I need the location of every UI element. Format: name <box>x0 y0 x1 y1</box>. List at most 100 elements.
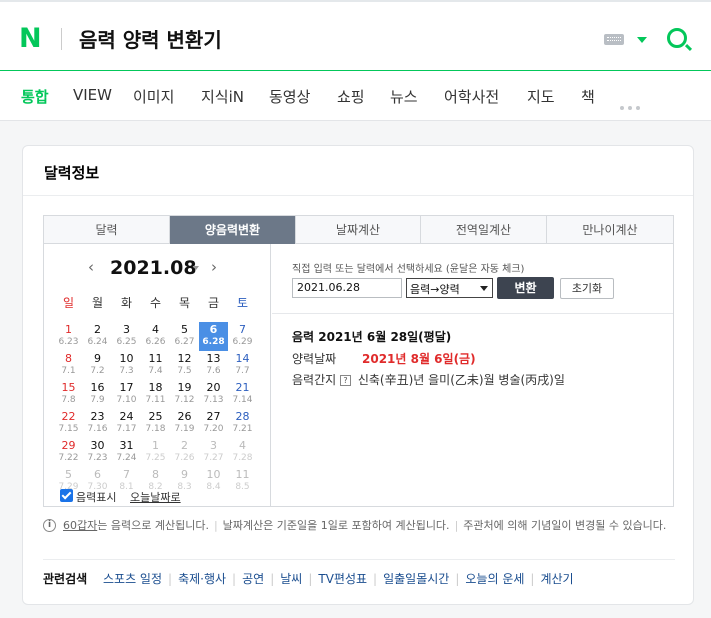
calendar-day-cell[interactable]: 19 7.12 <box>170 380 199 409</box>
calendar-day-cell[interactable]: 10 7.3 <box>112 351 141 380</box>
tab-book[interactable]: 책 <box>581 86 595 107</box>
tab-age-calc[interactable]: 만나이계산 <box>547 216 673 244</box>
calendar-day-cell[interactable]: 15 7.8 <box>54 380 83 409</box>
solar-day: 1 <box>65 323 72 336</box>
calendar-day-cell[interactable]: 7 6.29 <box>228 322 257 351</box>
month-dropdown-icon[interactable] <box>193 266 199 270</box>
solar-day: 2 <box>94 323 101 336</box>
tab-image[interactable]: 이미지 <box>133 86 174 107</box>
weekday-header: 일 월 화 수 목 금 토 <box>54 294 264 310</box>
calendar-day-cell[interactable]: 17 7.10 <box>112 380 141 409</box>
month-label[interactable]: 2021.08 <box>110 257 197 279</box>
tab-map[interactable]: 지도 <box>527 86 555 107</box>
calendar-day-cell[interactable]: 23 7.16 <box>83 409 112 438</box>
search-input[interactable]: 음력 양력 변환기 <box>79 24 222 53</box>
next-month-icon[interactable]: › <box>211 258 217 276</box>
tab-news[interactable]: 뉴스 <box>390 86 418 107</box>
date-input[interactable]: 2021.06.28 <box>292 278 402 298</box>
tab-date-calc[interactable]: 날짜계산 <box>296 216 421 244</box>
calendar-day-cell[interactable]: 14 7.7 <box>228 351 257 380</box>
keyboard-icon[interactable] <box>604 34 624 45</box>
notice-part3: 주관처에 의해 기념일이 변경될 수 있습니다. <box>463 519 667 532</box>
lunar-day: 7.13 <box>203 395 224 405</box>
related-link[interactable]: 공연 <box>242 572 264 586</box>
calendar-day-cell[interactable]: 1 7.25 <box>141 438 170 467</box>
convert-button[interactable]: 변환 <box>497 277 554 299</box>
reset-button[interactable]: 초기화 <box>560 278 614 299</box>
related-link[interactable]: 날씨 <box>280 572 302 586</box>
tab-kin[interactable]: 지식iN <box>201 86 244 107</box>
calendar-day-cell[interactable]: 29 7.22 <box>54 438 83 467</box>
calendar-day-cell[interactable]: 3 6.25 <box>112 322 141 351</box>
related-link[interactable]: 일출일몰시간 <box>383 572 449 586</box>
naver-logo[interactable]: N <box>19 25 42 52</box>
calendar-day-cell[interactable]: 20 7.13 <box>199 380 228 409</box>
calendar-day-cell[interactable]: 5 6.27 <box>170 322 199 351</box>
calendar-day-cell[interactable]: 21 7.14 <box>228 380 257 409</box>
input-hint: 직접 입력 또는 달력에서 선택하세요 (윤달은 자동 체크) <box>292 264 525 275</box>
calendar-day-cell[interactable]: 9 7.2 <box>83 351 112 380</box>
calendar-day-cell[interactable]: 27 7.20 <box>199 409 228 438</box>
calendar-day-cell[interactable]: 11 8.5 <box>228 467 257 496</box>
related-link[interactable]: 스포츠 일정 <box>103 572 162 586</box>
tab-lunar-solar-convert[interactable]: 양음력변환 <box>170 216 296 244</box>
calendar-day-cell[interactable]: 12 7.5 <box>170 351 199 380</box>
lunar-day: 7.24 <box>116 453 137 463</box>
today-link[interactable]: 오늘날짜로 <box>130 489 181 505</box>
calendar-day-cell[interactable]: 2 6.24 <box>83 322 112 351</box>
lunar-day: 7.14 <box>232 395 253 405</box>
related-link[interactable]: 오늘의 운세 <box>465 572 524 586</box>
search-icon[interactable] <box>667 28 687 48</box>
help-icon[interactable]: ? <box>340 375 351 386</box>
calendar-day-cell[interactable]: 3 7.27 <box>199 438 228 467</box>
ganji-label: 음력간지 <box>292 373 337 387</box>
tab-discharge-calc[interactable]: 전역일계산 <box>421 216 547 244</box>
notice-part1: 는 음력으로 계산됩니다. <box>97 519 209 532</box>
calendar-day-cell[interactable]: 2 7.26 <box>170 438 199 467</box>
solar-day: 30 <box>90 439 105 452</box>
tab-dictionary[interactable]: 어학사전 <box>444 86 499 107</box>
tab-view[interactable]: VIEW <box>73 86 112 104</box>
calendar-day-cell[interactable]: 8 7.1 <box>54 351 83 380</box>
calendar-day-cell[interactable]: 18 7.11 <box>141 380 170 409</box>
tab-calendar[interactable]: 달력 <box>44 216 170 244</box>
tab-integrated[interactable]: 통합 <box>21 86 49 107</box>
prev-month-icon[interactable]: ‹ <box>88 258 94 276</box>
calendar-day-cell[interactable]: 4 7.28 <box>228 438 257 467</box>
lunar-day: 7.21 <box>232 424 253 434</box>
solar-day: 23 <box>90 410 105 423</box>
notice-part2: 날짜계산은 기준일을 1일로 포함하여 계산됩니다. <box>222 519 450 532</box>
calendar-day-cell[interactable]: 30 7.23 <box>83 438 112 467</box>
autocomplete-toggle-icon[interactable] <box>637 37 647 43</box>
lunar-display-label[interactable]: 음력표시 <box>76 489 116 505</box>
conversion-mode-select[interactable]: 음력→양력 <box>406 278 493 298</box>
solar-day: 7 <box>123 468 130 481</box>
calendar-day-cell[interactable]: 26 7.19 <box>170 409 199 438</box>
tab-video[interactable]: 동영상 <box>269 86 310 107</box>
solar-day: 12 <box>177 352 192 365</box>
calendar-day-cell[interactable]: 10 8.4 <box>199 467 228 496</box>
calendar-day-cell[interactable]: 25 7.18 <box>141 409 170 438</box>
calendar-day-cell[interactable]: 31 7.24 <box>112 438 141 467</box>
lunar-day: 7.23 <box>87 453 108 463</box>
lunar-display-checkbox[interactable] <box>60 489 73 502</box>
tab-shopping[interactable]: 쇼핑 <box>337 86 365 107</box>
related-link[interactable]: TV편성표 <box>318 572 367 586</box>
related-link[interactable]: 계산기 <box>540 572 573 586</box>
solar-day: 8 <box>65 352 72 365</box>
calendar-day-cell[interactable]: 28 7.21 <box>228 409 257 438</box>
calendar-day-cell[interactable]: 4 6.26 <box>141 322 170 351</box>
lunar-day: 7.16 <box>87 424 108 434</box>
sexagenary-link[interactable]: 60갑자 <box>63 519 97 532</box>
lunar-day: 7.7 <box>235 366 250 376</box>
calendar-day-cell[interactable]: 13 7.6 <box>199 351 228 380</box>
related-link[interactable]: 축제·행사 <box>178 572 226 586</box>
calendar-day-cell[interactable]: 1 6.23 <box>54 322 83 351</box>
calendar-day-cell[interactable]: 24 7.17 <box>112 409 141 438</box>
calendar-day-cell[interactable]: 11 7.4 <box>141 351 170 380</box>
calendar-day-cell[interactable]: 16 7.9 <box>83 380 112 409</box>
calendar-day-cell[interactable]: 22 7.15 <box>54 409 83 438</box>
more-tabs-icon[interactable] <box>620 95 644 110</box>
calendar-day-cell[interactable]: 6 6.28 <box>199 322 228 351</box>
lunar-day: 7.1 <box>61 366 76 376</box>
